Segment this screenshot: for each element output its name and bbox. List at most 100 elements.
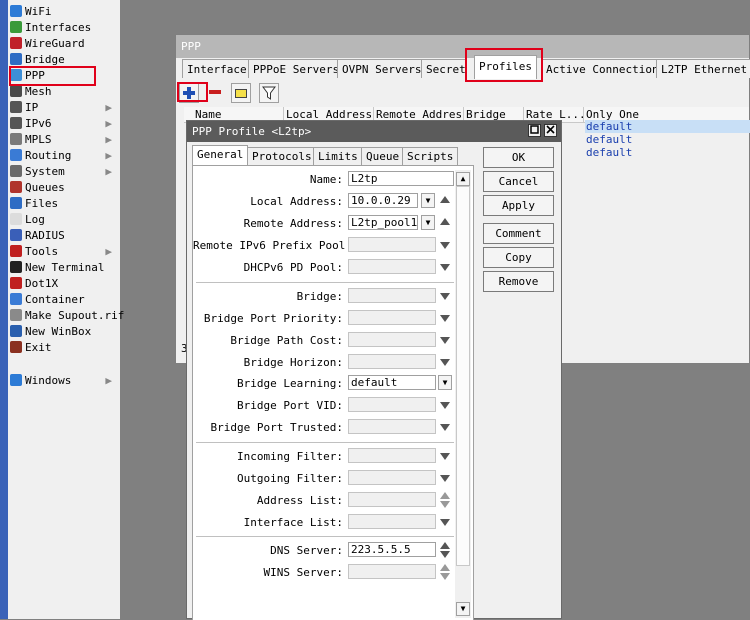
- wins-server-remove-icon[interactable]: [440, 564, 450, 571]
- tab-queue[interactable]: Queue: [361, 147, 405, 165]
- wins-server-label: WINS Server:: [263, 566, 343, 579]
- tab-pppoe-servers[interactable]: PPPoE Servers: [248, 59, 345, 78]
- table-row-only-one[interactable]: default: [585, 146, 750, 159]
- sidebar-item-make-supout-rif[interactable]: Make Supout.rif: [10, 308, 124, 324]
- remote-address-remove-icon[interactable]: [440, 218, 450, 225]
- address-list-add-icon[interactable]: [440, 501, 450, 508]
- local-address-row: Local Address: 10.0.0.29 ▼: [193, 193, 475, 211]
- bridge-horizon-field[interactable]: [348, 354, 436, 369]
- maximize-button[interactable]: [528, 124, 541, 137]
- sidebar-item-system[interactable]: System ▶: [10, 164, 118, 180]
- filter-button[interactable]: [259, 83, 279, 103]
- tab-interface[interactable]: Interface: [182, 59, 252, 78]
- dns-server-field[interactable]: 223.5.5.5: [348, 542, 436, 557]
- bridge-port-vid-field[interactable]: [348, 397, 436, 412]
- sidebar-item-new-terminal[interactable]: New Terminal: [10, 260, 118, 276]
- incoming-filter-field[interactable]: [348, 448, 436, 463]
- bridge-learning-dropdown[interactable]: ▼: [438, 375, 452, 390]
- copy-button[interactable]: Copy: [483, 247, 554, 268]
- bridge-horizon-label: Bridge Horizon:: [243, 356, 343, 369]
- bridge-expand-icon[interactable]: [440, 293, 450, 300]
- sidebar-item-dot1x[interactable]: Dot1X: [10, 276, 118, 292]
- wins-server-field[interactable]: [348, 564, 436, 579]
- bridge-learning-row: Bridge Learning: default ▼: [193, 375, 475, 393]
- cancel-button[interactable]: Cancel: [483, 171, 554, 192]
- bridge-port-trusted-row: Bridge Port Trusted:: [193, 419, 475, 437]
- name-field[interactable]: L2tp: [348, 171, 454, 186]
- scroll-thumb[interactable]: [456, 186, 470, 566]
- tab-l2tp-ethernet[interactable]: L2TP Ethernet: [656, 59, 750, 78]
- sidebar-item-mpls[interactable]: MPLS ▶: [10, 132, 118, 148]
- tab-protocols[interactable]: Protocols: [247, 147, 317, 165]
- incoming-filter-expand-icon[interactable]: [440, 453, 450, 460]
- remove-button[interactable]: Remove: [483, 271, 554, 292]
- address-list-field[interactable]: [348, 492, 436, 507]
- tab-secrets[interactable]: Secrets: [421, 59, 467, 78]
- sidebar-item-files[interactable]: Files: [10, 196, 118, 212]
- interface-list-expand-icon[interactable]: [440, 519, 450, 526]
- sidebar-item-exit[interactable]: Exit: [10, 340, 118, 356]
- bridge-field[interactable]: [348, 288, 436, 303]
- mesh-icon: [10, 85, 22, 97]
- bridge-port-priority-expand-icon[interactable]: [440, 315, 450, 322]
- sidebar-item-mesh[interactable]: Mesh: [10, 84, 118, 100]
- address-list-remove-icon[interactable]: [440, 492, 450, 499]
- close-button[interactable]: [544, 124, 557, 137]
- comment-button[interactable]: [231, 83, 251, 103]
- table-row-only-one[interactable]: default: [585, 133, 750, 146]
- outgoing-filter-field[interactable]: [348, 470, 436, 485]
- sidebar-item-ip[interactable]: IP ▶: [10, 100, 118, 116]
- sidebar-item-radius[interactable]: RADIUS: [10, 228, 118, 244]
- tab-active-connections[interactable]: Active Connections: [541, 59, 671, 78]
- remote-address-dropdown[interactable]: ▼: [421, 215, 435, 230]
- bridge-path-cost-expand-icon[interactable]: [440, 337, 450, 344]
- dhcpv6-pd-pool-expand-icon[interactable]: [440, 264, 450, 271]
- bridge-path-cost-field[interactable]: [348, 332, 436, 347]
- comment-button[interactable]: Comment: [483, 223, 554, 244]
- table-row-only-one[interactable]: default: [585, 120, 750, 133]
- outgoing-filter-expand-icon[interactable]: [440, 475, 450, 482]
- remote-address-field[interactable]: L2tp_pool1: [348, 215, 418, 230]
- sidebar-item-container[interactable]: Container: [10, 292, 118, 308]
- tab-ovpn-servers[interactable]: OVPN Servers: [337, 59, 427, 78]
- scroll-up-button[interactable]: ▲: [456, 172, 470, 186]
- bridge-port-vid-expand-icon[interactable]: [440, 402, 450, 409]
- sidebar-item-wifi[interactable]: WiFi: [10, 4, 118, 20]
- bridge-learning-select[interactable]: default: [348, 375, 436, 390]
- sidebar-item-wireguard[interactable]: WireGuard: [10, 36, 118, 52]
- local-address-remove-icon[interactable]: [440, 196, 450, 203]
- remove-button[interactable]: [205, 83, 225, 103]
- incoming-filter-label: Incoming Filter:: [237, 450, 343, 463]
- apply-button[interactable]: Apply: [483, 195, 554, 216]
- dns-server-add-icon[interactable]: [440, 551, 450, 558]
- interface-list-field[interactable]: [348, 514, 436, 529]
- dhcpv6-pd-pool-field[interactable]: [348, 259, 436, 274]
- local-address-dropdown[interactable]: ▼: [421, 193, 435, 208]
- sidebar-item-queues[interactable]: Queues: [10, 180, 118, 196]
- tab-scripts[interactable]: Scripts: [402, 147, 459, 165]
- sidebar-item-interfaces[interactable]: Interfaces: [10, 20, 118, 36]
- sidebar-item-tools[interactable]: Tools ▶: [10, 244, 118, 260]
- sidebar-item-windows[interactable]: Windows ▶: [10, 373, 118, 389]
- general-panel-scrollbar[interactable]: ▲ ▼: [455, 170, 471, 618]
- tab-general[interactable]: General: [192, 145, 249, 166]
- remote-ipv6-prefix-pool-field[interactable]: [348, 237, 436, 252]
- sidebar-item-label: Bridge: [25, 53, 65, 66]
- sidebar-item-ipv6[interactable]: IPv6 ▶: [10, 116, 118, 132]
- maximize-icon: [530, 125, 539, 134]
- ok-button[interactable]: OK: [483, 147, 554, 168]
- bridge-horizon-expand-icon[interactable]: [440, 359, 450, 366]
- sidebar-item-new-winbox[interactable]: New WinBox: [10, 324, 118, 340]
- scroll-down-button[interactable]: ▼: [456, 602, 470, 616]
- tab-limits[interactable]: Limits: [313, 147, 363, 165]
- wins-server-add-icon[interactable]: [440, 573, 450, 580]
- bridge-port-priority-field[interactable]: [348, 310, 436, 325]
- remote-ipv6-prefix-pool-expand-icon[interactable]: [440, 242, 450, 249]
- dns-server-remove-icon[interactable]: [440, 542, 450, 549]
- bridge-port-trusted-field[interactable]: [348, 419, 436, 434]
- bridge-port-trusted-expand-icon[interactable]: [440, 424, 450, 431]
- sidebar-item-label: Windows: [25, 374, 72, 387]
- sidebar-item-log[interactable]: Log: [10, 212, 118, 228]
- local-address-field[interactable]: 10.0.0.29: [348, 193, 418, 208]
- sidebar-item-routing[interactable]: Routing ▶: [10, 148, 118, 164]
